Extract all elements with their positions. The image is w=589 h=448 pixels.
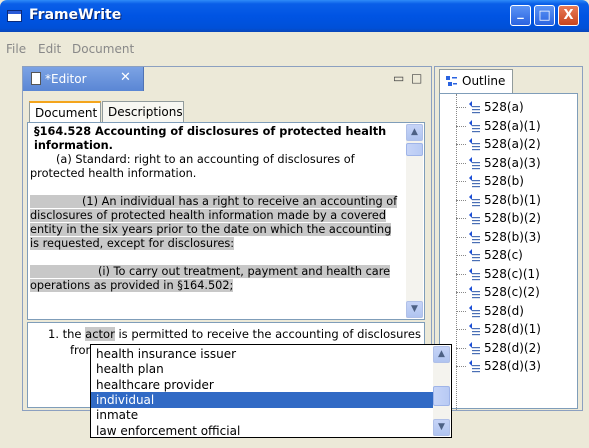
dropdown-scrollbar[interactable]: ▲ ▼ [433, 346, 450, 436]
close-window-button[interactable]: X [558, 5, 579, 26]
minimize-button[interactable]: _ [510, 5, 531, 26]
maximize-button[interactable]: □ [534, 5, 555, 26]
dropdown-option[interactable]: individual [91, 391, 434, 408]
maximize-view-icon[interactable]: □ [411, 71, 422, 85]
outline-item[interactable]: 528(d)(2) [440, 339, 570, 358]
dropdown-option[interactable]: inmate [91, 407, 434, 423]
outline-item[interactable]: 528(c)(1) [440, 265, 570, 284]
outline-icon [446, 76, 457, 86]
outline-item-label: 528(a)(1) [484, 118, 541, 133]
section-node-icon [469, 267, 480, 280]
menu-document[interactable]: Document [72, 42, 134, 56]
outline-item-label: 528(a)(3) [484, 155, 541, 170]
document-content[interactable]: §164.528 Accounting of disclosures of pr… [27, 122, 425, 320]
outline-item-label: 528(b) [484, 174, 524, 188]
outline-item-label: 528(d)(2) [484, 340, 541, 355]
actor-field[interactable]: actor [85, 327, 115, 341]
section-node-icon [469, 156, 480, 169]
section-node-icon [469, 193, 480, 206]
editor-tab[interactable]: *Editor ✕ [23, 67, 144, 91]
actor-dropdown[interactable]: health insurance issuer health plan health… [90, 344, 452, 438]
section-heading: §164.528 Accounting of disclosures of pr… [34, 125, 387, 152]
dropdown-option[interactable]: health insurance issuer [91, 346, 434, 362]
outline-item-label: 528(c)(1) [484, 266, 540, 281]
dropdown-option[interactable]: healthcare provider [91, 377, 434, 393]
section-node-icon [469, 119, 480, 132]
outline-item-label: 528(b)(1) [484, 192, 541, 207]
paragraph-a: (a) Standard: right to an accounting of … [30, 153, 355, 180]
outline-item[interactable]: 528(d)(1) [440, 320, 570, 339]
title-bar[interactable]: FrameWrite _ □ X [0, 0, 589, 32]
outline-item-label: 528(c) [484, 248, 523, 262]
dropdown-option[interactable]: health plan [91, 361, 434, 377]
section-node-icon [469, 304, 480, 317]
scroll-thumb[interactable] [406, 143, 423, 156]
outline-item[interactable]: 528(a)(3) [440, 154, 570, 173]
dropdown-scroll-up-icon[interactable]: ▲ [433, 346, 450, 363]
section-node-icon [469, 360, 480, 373]
rule-sentence: 1. the actor is permitted to receive the… [48, 327, 421, 341]
section-node-icon [469, 323, 480, 336]
tab-descriptions[interactable]: Descriptions [102, 101, 184, 123]
dropdown-scroll-down-icon[interactable]: ▼ [433, 419, 450, 436]
outline-item[interactable]: 528(a)(1) [440, 117, 570, 136]
outline-item[interactable]: 528(b) [440, 172, 570, 191]
outline-item[interactable]: 528(d)(3) [440, 357, 570, 376]
scroll-down-icon[interactable]: ▼ [406, 301, 423, 318]
section-node-icon [469, 249, 480, 262]
outline-item-label: 528(d)(1) [484, 322, 541, 336]
menu-edit[interactable]: Edit [38, 42, 61, 56]
outline-item[interactable]: 528(b)(2) [440, 209, 570, 228]
editor-tab-label: *Editor [45, 72, 87, 86]
app-window-icon [7, 10, 22, 22]
dropdown-option[interactable]: law enforcement official [91, 423, 434, 439]
document-icon [31, 72, 41, 85]
section-node-icon [469, 341, 480, 354]
outline-item-label: 528(c)(2) [484, 285, 540, 299]
document-scrollbar[interactable]: ▲ ▼ [406, 124, 423, 318]
outline-tree[interactable]: 528(a) 528(a)(1) 528(a)(2) 528(a)(3) 528(b) 5… [439, 93, 578, 410]
outline-item[interactable]: 528(a)(2) [440, 135, 570, 154]
menu-bar: File Edit Document [0, 36, 589, 62]
section-node-icon [469, 286, 480, 299]
outline-item-label: 528(b)(3) [484, 229, 541, 244]
window-title: FrameWrite [29, 7, 122, 23]
outline-item[interactable]: 528(a) [440, 98, 570, 117]
outline-item[interactable]: 528(c)(2) [440, 283, 570, 302]
section-node-icon [469, 212, 480, 225]
section-node-icon [469, 175, 480, 188]
outline-item-label: 528(a) [484, 100, 524, 114]
dropdown-scroll-thumb[interactable] [433, 386, 450, 406]
menu-file[interactable]: File [6, 42, 26, 56]
close-tab-icon[interactable]: ✕ [120, 70, 131, 85]
outline-item-label: 528(b)(2) [484, 211, 541, 225]
minimize-view-icon[interactable]: ▭ [393, 71, 404, 85]
outline-item-label: 528(d)(3) [484, 359, 541, 373]
outline-tab[interactable]: Outline [439, 69, 513, 93]
scroll-up-icon[interactable]: ▲ [406, 124, 423, 141]
outline-item[interactable]: 528(b)(1) [440, 191, 570, 210]
outline-item-label: 528(d) [484, 303, 524, 318]
section-node-icon [469, 138, 480, 151]
tab-document[interactable]: Document [29, 101, 101, 124]
paragraph-1: (1) An individual has a right to receive… [30, 195, 398, 250]
outline-item[interactable]: 528(d) [440, 302, 570, 321]
paragraph-i: (i) To carry out treatment, payment and … [30, 265, 391, 292]
outline-item-label: 528(a)(2) [484, 137, 541, 151]
outline-panel: Outline 528(a) 528(a)(1) 528(a)(2) 528(a)(3… [434, 66, 583, 411]
outline-item[interactable]: 528(b)(3) [440, 228, 570, 247]
section-node-icon [469, 101, 480, 114]
outline-item[interactable]: 528(c) [440, 246, 570, 265]
section-node-icon [469, 230, 480, 243]
